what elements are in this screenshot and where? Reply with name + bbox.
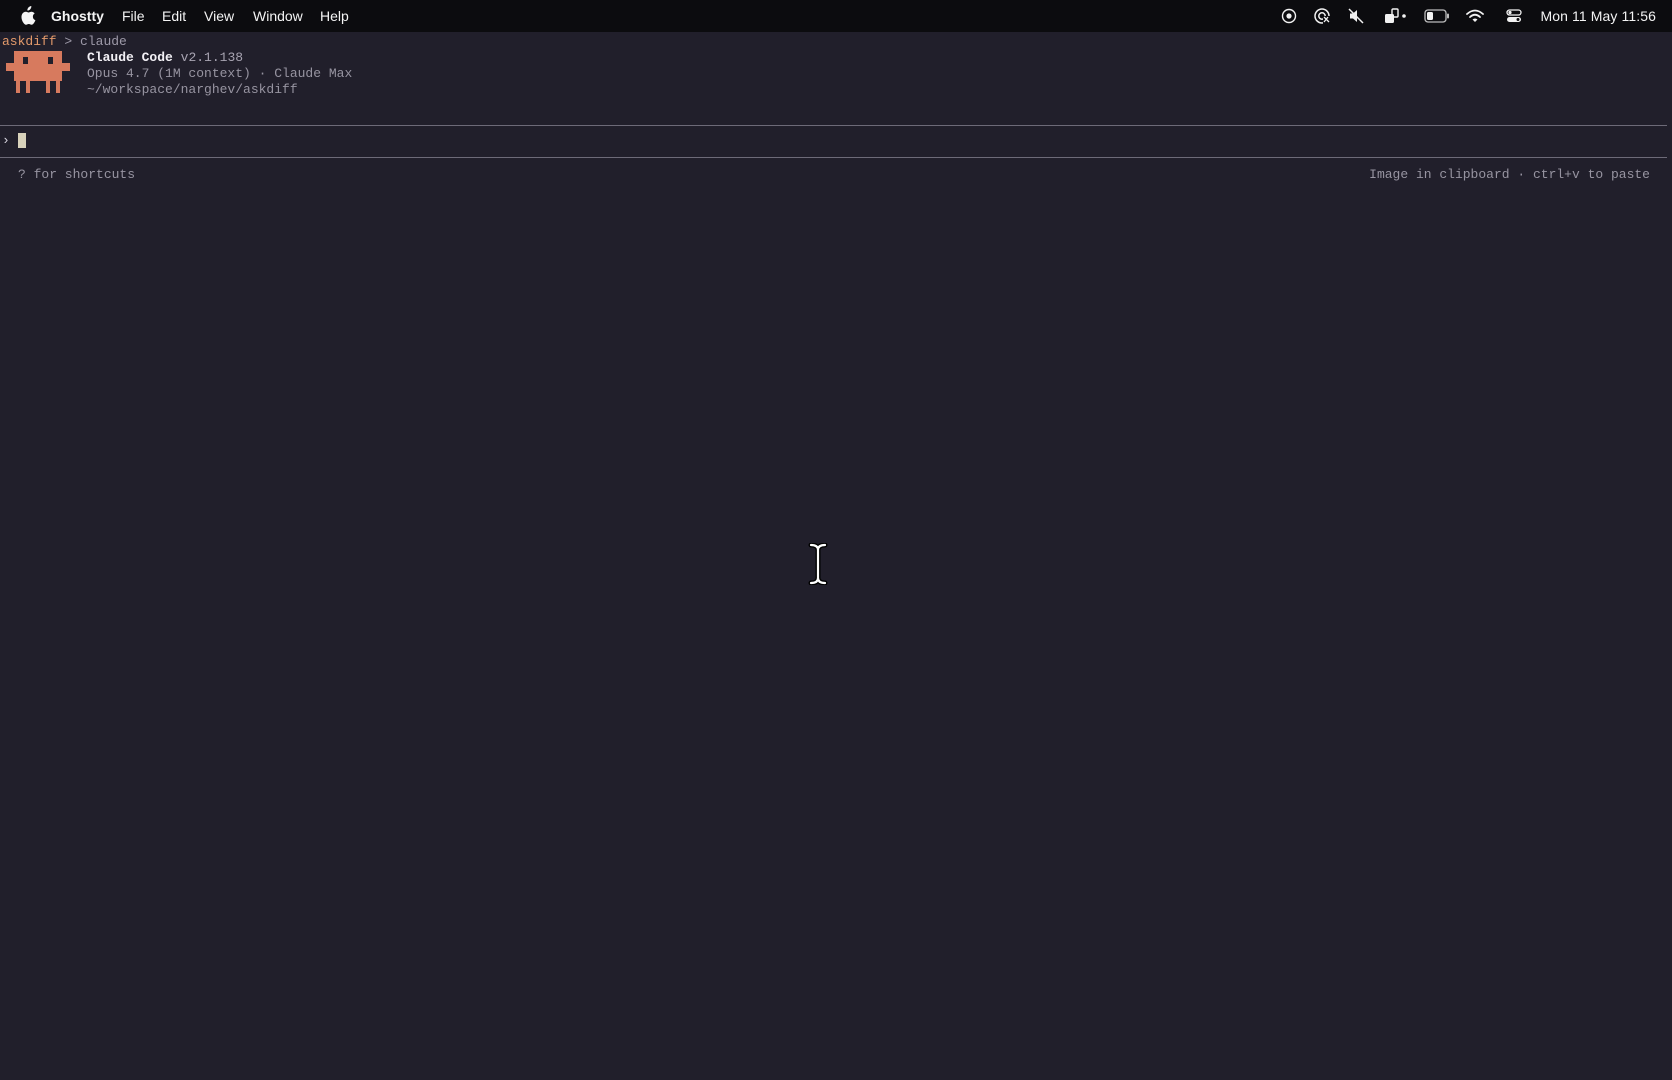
screen: Ghostty File Edit View Window Help Mon 1… xyxy=(0,0,1672,1080)
claude-mascot-icon xyxy=(6,51,70,93)
mute-icon[interactable] xyxy=(1345,6,1367,26)
menu-help[interactable]: Help xyxy=(320,7,349,25)
banner-path-line: ~/workspace/narghev/askdiff xyxy=(87,82,298,97)
menu-file[interactable]: File xyxy=(122,7,145,25)
menu-bar-clock[interactable]: Mon 11 May 11:56 xyxy=(1541,7,1656,25)
banner-model-line: Opus 4.7 (1M context) · Claude Max xyxy=(87,66,353,81)
prompt-separator: > xyxy=(64,34,73,49)
input-bottom-divider xyxy=(0,157,1667,158)
control-center-icon[interactable] xyxy=(1503,6,1525,26)
clipboard-hint: Image in clipboard · ctrl+v to paste xyxy=(1369,167,1650,182)
prompt-directory: askdiff xyxy=(2,34,57,49)
focus-icon[interactable] xyxy=(1311,6,1333,26)
text-cursor xyxy=(18,133,26,148)
wifi-icon[interactable] xyxy=(1464,6,1486,26)
apple-icon[interactable] xyxy=(18,6,36,26)
battery-icon[interactable] xyxy=(1423,6,1451,26)
menu-edit[interactable]: Edit xyxy=(162,7,186,25)
shell-prompt-line: askdiff > claude xyxy=(2,34,127,50)
shortcuts-hint: ? for shortcuts xyxy=(18,167,136,182)
ibeam-pointer-icon xyxy=(808,543,828,585)
banner-title: Claude Code xyxy=(87,50,173,65)
terminal-window[interactable]: askdiff > claude Claude Code v2.1.138 Op… xyxy=(0,32,1672,1080)
input-top-divider xyxy=(0,125,1667,126)
menu-window[interactable]: Window xyxy=(253,7,303,25)
input-caret: › xyxy=(2,133,10,148)
prompt-command: claude xyxy=(80,34,127,49)
screen-record-icon[interactable] xyxy=(1279,6,1299,26)
menu-app-name[interactable]: Ghostty xyxy=(51,7,104,25)
banner-title-line: Claude Code v2.1.138 xyxy=(87,50,243,66)
battery-extension-icon[interactable] xyxy=(1383,6,1409,26)
banner-version: v2.1.138 xyxy=(180,50,244,65)
menu-bar: Ghostty File Edit View Window Help Mon 1… xyxy=(0,0,1672,32)
menu-view[interactable]: View xyxy=(204,7,234,25)
